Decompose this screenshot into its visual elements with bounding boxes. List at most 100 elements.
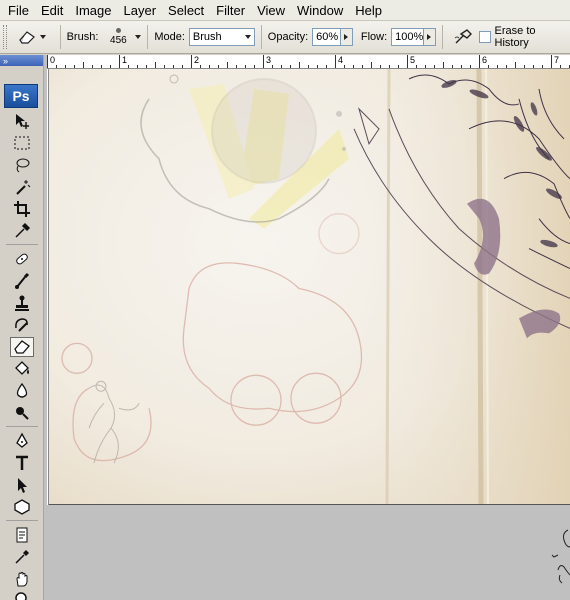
- ruler-tick: [74, 65, 75, 68]
- shape-icon: [14, 499, 30, 515]
- brush-dot-icon: [115, 28, 121, 33]
- menu-edit[interactable]: Edit: [35, 0, 69, 21]
- mode-value: Brush: [192, 31, 222, 43]
- healing-brush-icon: [16, 253, 28, 265]
- ruler-tick: [398, 65, 399, 68]
- erase-to-history-checkbox[interactable]: [478, 31, 491, 43]
- separator: [260, 25, 262, 49]
- ruler-tick: [335, 55, 336, 68]
- flow-input[interactable]: 100%: [391, 28, 425, 46]
- ruler-tick: [83, 62, 84, 68]
- ruler-tick: [344, 65, 345, 68]
- clone-stamp-icon: [15, 295, 29, 311]
- ruler-label: 0: [50, 55, 56, 65]
- flow-slider-button[interactable]: [424, 28, 436, 46]
- menu-image[interactable]: Image: [69, 0, 117, 21]
- brush-tool[interactable]: [10, 271, 34, 291]
- tool-preset-picker[interactable]: [17, 26, 54, 48]
- opacity-input[interactable]: 60%: [312, 28, 342, 46]
- document-canvas[interactable]: [49, 69, 570, 505]
- menu-view[interactable]: View: [251, 0, 291, 21]
- ruler-tick: [173, 65, 174, 68]
- chevron-down-icon: [244, 35, 251, 39]
- ruler-label: 1: [122, 55, 128, 65]
- ruler-tick: [362, 65, 363, 68]
- eyedropper-tool[interactable]: [10, 547, 34, 567]
- ruler-tick: [56, 65, 57, 68]
- history-brush-tool[interactable]: [10, 315, 34, 335]
- ruler-horizontal[interactable]: 0 1 2 3 4 5 6 7: [47, 55, 570, 69]
- opacity-slider-button[interactable]: [341, 28, 353, 46]
- ruler-tick: [470, 65, 471, 68]
- crop-tool[interactable]: [10, 199, 34, 219]
- eraser-tool[interactable]: [10, 337, 34, 357]
- ruler-tick: [164, 65, 165, 68]
- paint-bucket-tool[interactable]: [10, 359, 34, 379]
- ruler-tick: [389, 65, 390, 68]
- ruler-tick: [380, 65, 381, 68]
- pen-tool[interactable]: [10, 431, 34, 451]
- menu-layer[interactable]: Layer: [118, 0, 163, 21]
- ruler-tick: [272, 65, 273, 68]
- slice-tool[interactable]: [10, 221, 34, 241]
- clone-stamp-tool[interactable]: [10, 293, 34, 313]
- ruler-tick: [47, 55, 48, 68]
- ruler-tick: [353, 65, 354, 68]
- lasso-tool[interactable]: [10, 155, 34, 175]
- ruler-tick: [218, 65, 219, 68]
- ruler-tick: [443, 62, 444, 68]
- menu-window[interactable]: Window: [291, 0, 349, 21]
- menu-bar: File Edit Image Layer Select Filter View…: [0, 0, 570, 21]
- hand-icon: [16, 572, 28, 587]
- ruler-tick: [290, 65, 291, 68]
- ruler-tick: [497, 65, 498, 68]
- marquee-tool[interactable]: [10, 133, 34, 153]
- ruler-tick: [110, 65, 111, 68]
- notes-icon: [16, 527, 28, 543]
- notes-tool[interactable]: [10, 525, 34, 545]
- ruler-tick: [119, 55, 120, 68]
- ruler-tick: [155, 62, 156, 68]
- hand-tool[interactable]: [10, 569, 34, 589]
- ruler-tick: [227, 62, 228, 68]
- eraser-icon: [19, 31, 35, 44]
- crop-icon: [14, 201, 30, 217]
- menu-file[interactable]: File: [2, 0, 35, 21]
- menu-help[interactable]: Help: [349, 0, 388, 21]
- ruler-tick: [92, 65, 93, 68]
- shape-tool[interactable]: [10, 497, 34, 517]
- path-selection-icon: [18, 478, 27, 493]
- brush-picker[interactable]: 456: [106, 28, 142, 46]
- airbrush-icon[interactable]: [453, 28, 475, 46]
- photoshop-logo[interactable]: Ps: [4, 84, 38, 108]
- eraser-icon: [14, 340, 30, 354]
- ruler-tick: [245, 65, 246, 68]
- move-tool[interactable]: [10, 111, 34, 131]
- ruler-tick: [488, 65, 489, 68]
- ruler-tick: [146, 65, 147, 68]
- separator: [441, 25, 443, 49]
- menu-filter[interactable]: Filter: [210, 0, 251, 21]
- mode-select[interactable]: Brush: [188, 28, 255, 46]
- blur-tool[interactable]: [10, 381, 34, 401]
- zoom-tool[interactable]: [10, 589, 34, 600]
- type-tool[interactable]: [10, 453, 34, 473]
- ruler-tick: [326, 65, 327, 68]
- dodge-tool[interactable]: [10, 403, 34, 423]
- ruler-tick: [263, 55, 264, 68]
- options-bar-grip[interactable]: [3, 25, 7, 49]
- chevron-down-icon: [39, 35, 46, 39]
- healing-brush-tool[interactable]: [10, 249, 34, 269]
- canvas-decoration-fragment: [548, 525, 570, 585]
- path-selection-tool[interactable]: [10, 475, 34, 495]
- menu-select[interactable]: Select: [162, 0, 210, 21]
- ruler-label: 7: [554, 55, 560, 65]
- ruler-tick: [236, 65, 237, 68]
- mode-label: Mode:: [154, 31, 185, 43]
- ruler-tick: [254, 65, 255, 68]
- toolbox-header[interactable]: »: [0, 55, 43, 66]
- magic-wand-tool[interactable]: [10, 177, 34, 197]
- type-icon: [16, 455, 28, 470]
- ruler-tick: [281, 65, 282, 68]
- ruler-tick: [452, 65, 453, 68]
